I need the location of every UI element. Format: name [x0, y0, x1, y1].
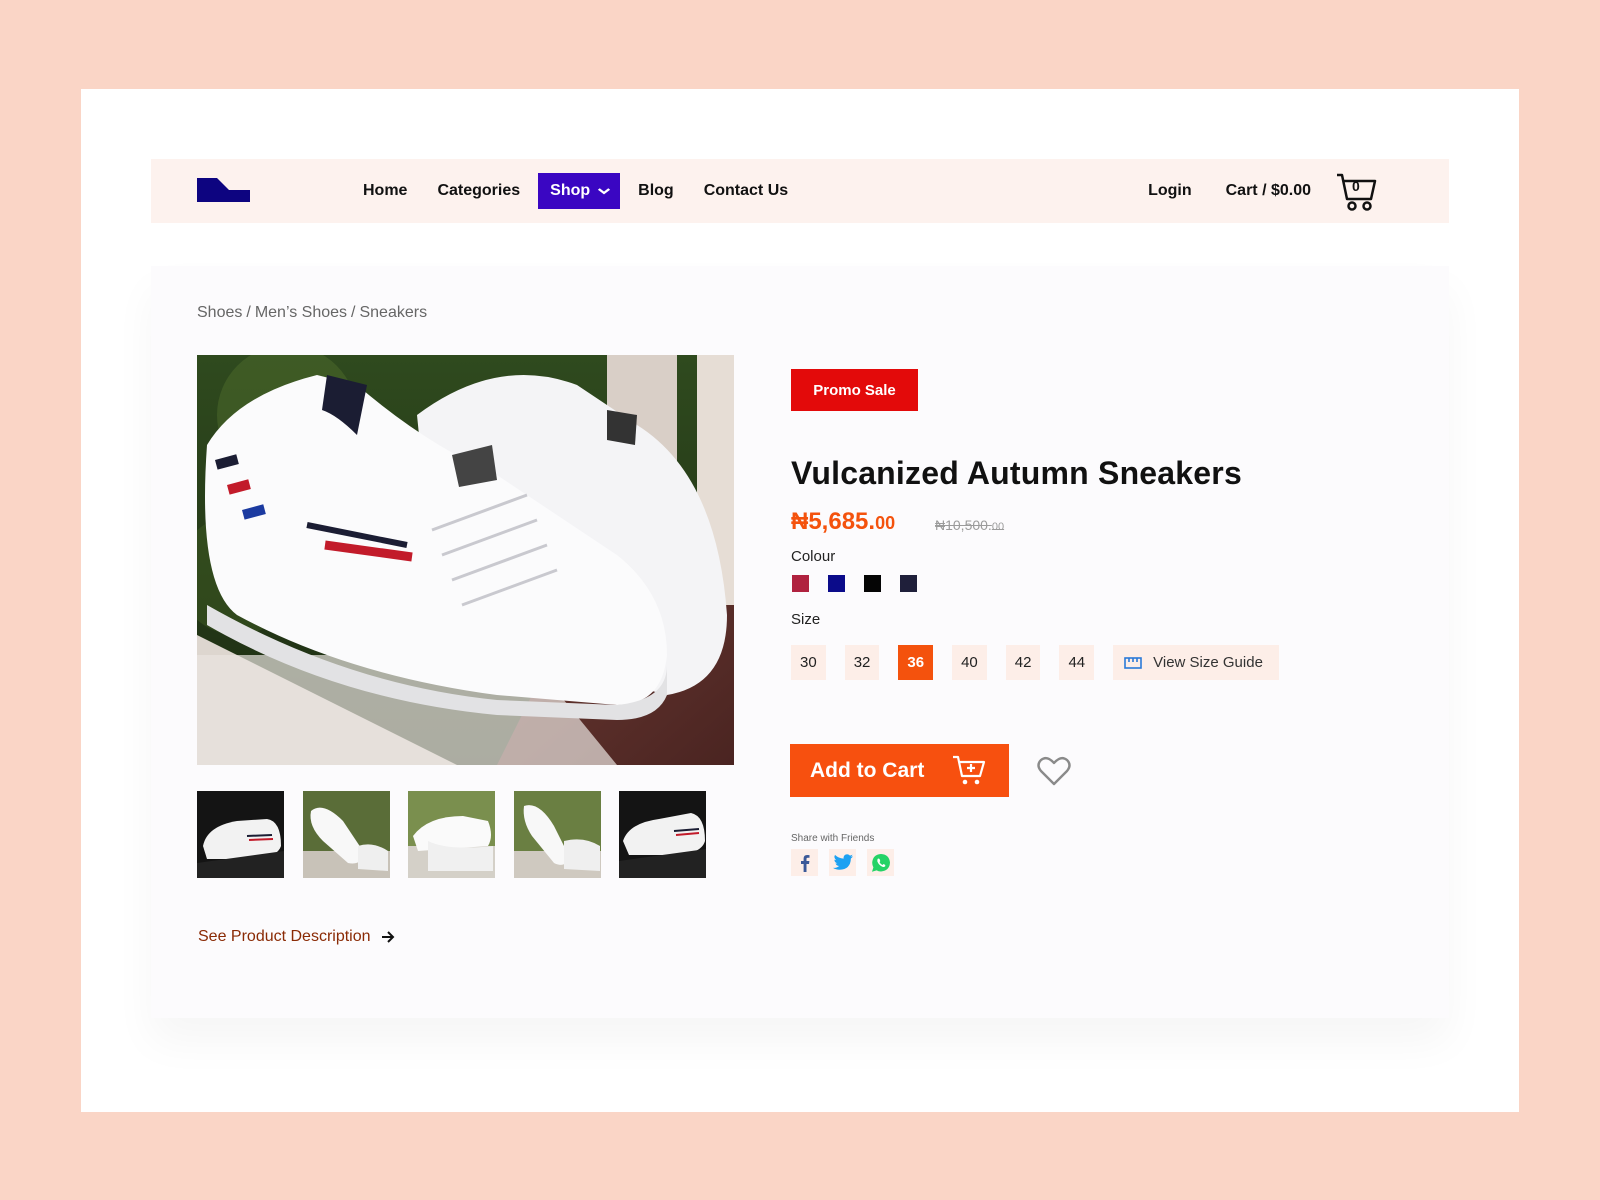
top-navbar: Home Categories Shop Blog Contact Us Log… — [151, 159, 1449, 223]
thumbnail-2[interactable] — [302, 791, 390, 878]
view-size-guide-button[interactable]: View Size Guide — [1113, 645, 1279, 680]
thumbnail-3[interactable] — [408, 791, 495, 878]
cart-button[interactable]: 0 — [1335, 169, 1379, 213]
colour-swatch-navy[interactable] — [828, 575, 845, 592]
nav-categories[interactable]: Categories — [425, 173, 532, 209]
cart-total-link[interactable]: Cart / $0.00 — [1226, 182, 1311, 200]
colour-swatch-maroon[interactable] — [792, 575, 809, 592]
wishlist-heart-icon[interactable] — [1037, 755, 1071, 787]
nav-blog[interactable]: Blog — [626, 173, 686, 209]
thumbnail-5[interactable] — [619, 791, 706, 878]
breadcrumb: Shoes / Men’s Shoes / Sneakers — [197, 304, 427, 322]
thumbnail-strip — [197, 791, 725, 878]
product-title: Vulcanized Autumn Sneakers — [791, 455, 1242, 491]
share-buttons — [791, 849, 905, 876]
main-menu: Home Categories Shop Blog Contact Us — [351, 159, 806, 223]
size-option[interactable]: 32 — [844, 645, 880, 680]
add-to-cart-button[interactable]: Add to Cart — [790, 744, 1009, 797]
page-frame: Home Categories Shop Blog Contact Us Log… — [81, 89, 1519, 1112]
cart-plus-icon — [953, 755, 986, 785]
size-option-selected[interactable]: 36 — [898, 645, 934, 680]
size-options: 30 32 36 40 42 44 View Size Guide — [791, 645, 1279, 680]
chevron-down-icon — [598, 188, 611, 195]
thumbnail-4[interactable] — [513, 791, 601, 878]
size-option[interactable]: 40 — [952, 645, 987, 680]
login-link[interactable]: Login — [1148, 182, 1192, 200]
current-price: ₦5,685.00 — [791, 508, 896, 535]
see-product-description-link[interactable]: See Product Description — [198, 928, 395, 946]
colour-label: Colour — [791, 548, 836, 565]
cart-count-badge: 0 — [1352, 178, 1360, 194]
breadcrumb-sneakers[interactable]: Sneakers — [359, 304, 427, 321]
breadcrumb-separator: / — [351, 304, 356, 321]
size-option[interactable]: 44 — [1059, 645, 1095, 680]
colour-swatch-dark-navy[interactable] — [900, 575, 917, 592]
size-option[interactable]: 42 — [1005, 645, 1041, 680]
product-main-image[interactable] — [197, 355, 734, 765]
colour-swatches — [792, 575, 936, 592]
nav-contact-us[interactable]: Contact Us — [692, 173, 800, 209]
share-label: Share with Friends — [791, 833, 875, 844]
twitter-icon — [832, 853, 853, 870]
breadcrumb-mens-shoes[interactable]: Men’s Shoes — [255, 304, 347, 321]
colour-swatch-black[interactable] — [864, 575, 881, 592]
account-area: Login Cart / $0.00 0 — [1148, 159, 1449, 223]
ruler-icon — [1124, 656, 1142, 670]
share-whatsapp-button[interactable] — [867, 849, 894, 876]
breadcrumb-shoes[interactable]: Shoes — [197, 304, 242, 321]
thumbnail-1[interactable] — [197, 791, 284, 878]
share-facebook-button[interactable] — [791, 849, 818, 876]
brand-logo[interactable] — [197, 178, 250, 202]
nav-home[interactable]: Home — [351, 173, 419, 209]
whatsapp-icon — [871, 853, 890, 872]
share-twitter-button[interactable] — [829, 849, 856, 876]
breadcrumb-separator: / — [246, 304, 251, 321]
promo-sale-badge: Promo Sale — [791, 369, 918, 411]
product-card: Shoes / Men’s Shoes / Sneakers See Produ… — [151, 266, 1449, 1018]
arrow-right-icon — [381, 931, 394, 943]
facebook-icon — [800, 854, 809, 872]
size-label: Size — [791, 611, 821, 628]
original-price: ₦10,500.00 — [935, 517, 1005, 533]
nav-shop[interactable]: Shop — [538, 173, 621, 209]
size-option[interactable]: 30 — [791, 645, 826, 680]
